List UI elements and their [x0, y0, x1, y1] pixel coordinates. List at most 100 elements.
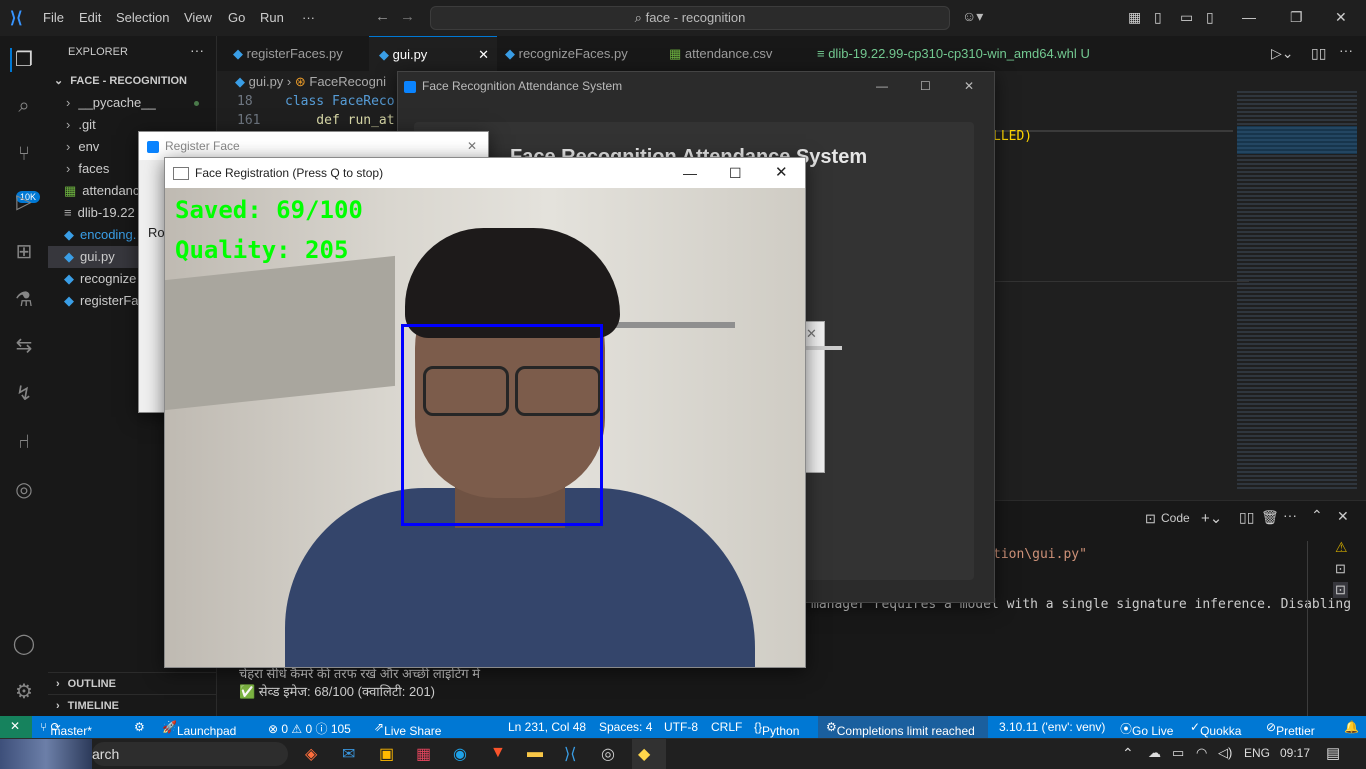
notifications-icon[interactable]: 🔔	[1344, 720, 1359, 734]
tree-item-pycache[interactable]: › __pycache__	[48, 92, 216, 114]
close-icon[interactable]: ✕	[467, 132, 477, 160]
file-encoding[interactable]: UTF-8	[664, 720, 698, 734]
settings-gear-icon[interactable]: ⚙	[12, 680, 36, 704]
problems-item[interactable]: ⊗ 0 ⚠ 0 ⓘ 105	[268, 720, 351, 737]
close-icon[interactable]: ✕	[1335, 9, 1347, 26]
live-share-icon[interactable]: ↯	[12, 382, 36, 406]
sync-icon[interactable]: ⚙	[134, 720, 145, 734]
more-actions-icon[interactable]: ···	[190, 42, 204, 58]
timeline-icon[interactable]: ◎	[12, 478, 36, 502]
layout-icon[interactable]: ▦	[1128, 9, 1141, 26]
remote-explorer-icon[interactable]: ⇆	[12, 334, 36, 358]
remote-indicator[interactable]: ✕	[0, 716, 32, 738]
project-folder[interactable]: ⌄ FACE - RECOGNITION	[48, 70, 216, 92]
python-interpreter[interactable]: 3.10.11 ('env': venv)	[999, 720, 1105, 734]
search-icon[interactable]: ⌕	[12, 94, 36, 118]
tab-gui[interactable]: ◆ gui.py ✕	[369, 36, 497, 72]
tab-registerfaces[interactable]: ◆ registerFaces.py	[223, 36, 371, 71]
minimap-slider[interactable]	[1237, 126, 1357, 154]
quokka-item[interactable]: ✓ Quokka	[1190, 720, 1241, 738]
maximize-icon[interactable]: ☐	[920, 72, 931, 100]
vscode-app-icon[interactable]: ⟩⟨	[564, 744, 576, 764]
volume-icon[interactable]: ◁)	[1218, 745, 1232, 761]
wifi-icon[interactable]: ◠	[1196, 745, 1207, 761]
maximize-icon[interactable]: ☐	[729, 158, 742, 188]
tab-attendance[interactable]: ▦ attendance.csv	[659, 36, 809, 71]
close-icon[interactable]: ✕	[775, 158, 788, 188]
launchpad-item[interactable]: 🚀 Launchpad	[162, 720, 236, 738]
split-terminal-icon[interactable]: ▯▯	[1239, 509, 1254, 526]
edge-browser-icon[interactable]: ◉	[453, 744, 467, 764]
menu-view[interactable]: View	[184, 10, 212, 25]
back-arrow-icon[interactable]: ←	[375, 8, 390, 25]
copilot-app-icon[interactable]: ◈	[305, 744, 317, 764]
terminal-scrollbar[interactable]	[1307, 541, 1308, 717]
input-language[interactable]: ENG	[1244, 746, 1270, 760]
terminal-tab-icon[interactable]: ⊡	[1335, 561, 1346, 577]
end-of-line[interactable]: CRLF	[711, 720, 742, 734]
cursor-position[interactable]: Ln 231, Col 48	[508, 720, 586, 734]
show-hidden-icons[interactable]: ⌃	[1122, 745, 1134, 762]
file-explorer-icon[interactable]: ▬	[527, 744, 543, 762]
taskbar-widget-image[interactable]	[0, 739, 92, 769]
terminal-tab-icon[interactable]: ⊡	[1333, 582, 1348, 598]
store-app-icon[interactable]: ▣	[379, 744, 394, 764]
completions-status[interactable]: ⚙ Completions limit reached	[826, 720, 975, 738]
close-icon[interactable]: ✕	[806, 326, 817, 342]
prettier-item[interactable]: ⊘ Prettier	[1266, 720, 1315, 738]
clock[interactable]: 09:17	[1280, 746, 1310, 760]
kill-terminal-icon[interactable]: 🗑	[1261, 509, 1279, 526]
branch-indicator[interactable]: ⑂ master* ⟳	[40, 720, 92, 738]
timeline-section[interactable]: › TIMELINE	[48, 694, 216, 717]
battery-icon[interactable]: ▭	[1172, 745, 1184, 761]
extensions-icon[interactable]: ⊞	[12, 240, 36, 264]
close-icon[interactable]: ✕	[964, 72, 974, 100]
source-control-icon[interactable]: ⑂	[12, 142, 36, 166]
command-center-search[interactable]: ⌕ face - recognition	[430, 6, 950, 30]
camera-app-icon[interactable]: ◎	[601, 744, 615, 764]
warning-icon[interactable]: ⚠	[1335, 539, 1348, 556]
minimize-icon[interactable]: —	[876, 72, 888, 100]
run-python-icon[interactable]: ▷⌄	[1271, 45, 1294, 62]
new-terminal-icon[interactable]: +⌄	[1201, 509, 1222, 527]
outline-section[interactable]: › OUTLINE	[48, 672, 216, 695]
menu-file[interactable]: File	[43, 10, 64, 25]
testing-icon[interactable]: ⚗	[12, 288, 36, 312]
brave-browser-icon[interactable]: ▼	[490, 744, 506, 762]
calendar-app-icon[interactable]: ▦	[416, 744, 431, 764]
explorer-icon[interactable]: ❐	[10, 48, 36, 72]
menu-run[interactable]: Run	[260, 10, 284, 25]
menu-go[interactable]: Go	[228, 10, 245, 25]
notification-center-icon[interactable]: ▤	[1326, 744, 1340, 762]
minimize-icon[interactable]: —	[683, 158, 697, 188]
more-actions-icon[interactable]: ···	[1283, 507, 1297, 523]
git-graph-icon[interactable]: ⑁	[12, 430, 36, 454]
close-panel-icon[interactable]: ✕	[1337, 508, 1349, 525]
live-share-item[interactable]: ⇗ Live Share	[374, 720, 441, 738]
more-actions-icon[interactable]: ···	[1339, 42, 1353, 58]
split-editor-icon[interactable]: ▯▯	[1311, 45, 1326, 62]
menu-selection[interactable]: Selection	[116, 10, 169, 25]
run-debug-icon[interactable]: ▷	[12, 190, 36, 214]
close-tab-icon[interactable]: ✕	[478, 37, 489, 72]
menu-more[interactable]: ···	[302, 10, 315, 25]
menu-edit[interactable]: Edit	[79, 10, 101, 25]
terminal-name[interactable]: Code	[1161, 511, 1190, 525]
minimize-icon[interactable]: —	[1242, 9, 1256, 25]
toggle-panel-icon[interactable]: ▭	[1180, 9, 1193, 26]
toggle-secondary-sidebar-icon[interactable]: ▯	[1206, 9, 1214, 26]
language-mode[interactable]: {} Python	[754, 720, 799, 738]
restore-icon[interactable]: ❐	[1290, 9, 1303, 26]
indentation[interactable]: Spaces: 4	[599, 720, 652, 734]
onedrive-icon[interactable]: ☁	[1148, 745, 1161, 761]
accounts-icon[interactable]: ◯	[12, 632, 36, 656]
toggle-sidebar-icon[interactable]: ▯	[1154, 9, 1162, 26]
forward-arrow-icon[interactable]: →	[400, 8, 415, 25]
go-live-item[interactable]: ⦿ Go Live	[1120, 720, 1173, 738]
tab-recognizefaces[interactable]: ◆ recognizeFaces.py	[495, 36, 655, 71]
tab-dlib-whl[interactable]: ≡ dlib-19.22.99-cp310-cp310-win_amd64.wh…	[807, 36, 1117, 71]
taskbar-search[interactable]: arch	[92, 742, 288, 766]
maximize-panel-icon[interactable]: ⌃	[1311, 507, 1323, 524]
copilot-icon[interactable]: ☺▾	[962, 8, 983, 25]
mail-app-icon[interactable]: ✉	[342, 744, 355, 764]
